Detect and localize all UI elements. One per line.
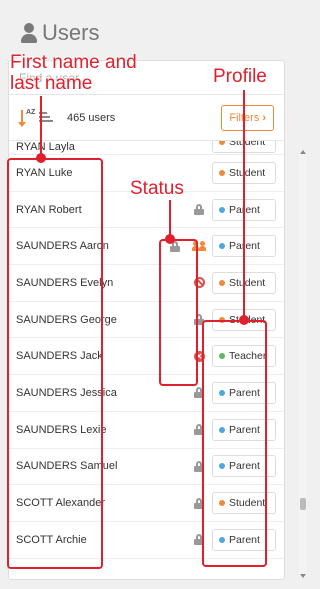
- filters-button[interactable]: Filters›: [221, 104, 274, 131]
- scroll-thumb[interactable]: [300, 498, 306, 510]
- user-icon: [20, 22, 38, 44]
- status-column-highlight: [159, 239, 198, 386]
- profile-label: Student: [229, 276, 266, 289]
- page-header: Users: [20, 20, 99, 46]
- profile-dot-icon: [219, 206, 225, 213]
- user-count: 465 users: [67, 111, 116, 124]
- lock-icon: [194, 204, 204, 216]
- name-annotation-dot: [36, 153, 46, 163]
- status-annotation-dot: [165, 234, 175, 244]
- profile-annotation-dot: [239, 315, 249, 325]
- profile-dot-icon: [219, 141, 225, 145]
- profile-dot-icon: [219, 243, 225, 250]
- user-status: [188, 204, 210, 216]
- profile-annotation-label: Profile: [213, 66, 267, 87]
- profile-dot-icon: [219, 169, 225, 176]
- profile-label: Student: [229, 141, 266, 148]
- name-annotation-line: [40, 96, 42, 158]
- name-annotation-label: First name and last name: [10, 52, 137, 94]
- page-title: Users: [42, 20, 100, 45]
- profile-label: Student: [229, 166, 266, 179]
- profile-annotation-line: [243, 90, 245, 320]
- scroll-up-icon[interactable]: [300, 150, 306, 154]
- status-annotation-label: Status: [130, 178, 184, 199]
- profile-dot-icon: [219, 279, 225, 286]
- name-column-highlight: [7, 158, 103, 569]
- scroll-down-icon[interactable]: [300, 574, 306, 578]
- profile-column-highlight: [202, 320, 267, 567]
- scrollbar[interactable]: [299, 150, 307, 578]
- sort-az-icon[interactable]: AZ: [18, 109, 35, 127]
- chevron-right-icon: ›: [262, 111, 266, 124]
